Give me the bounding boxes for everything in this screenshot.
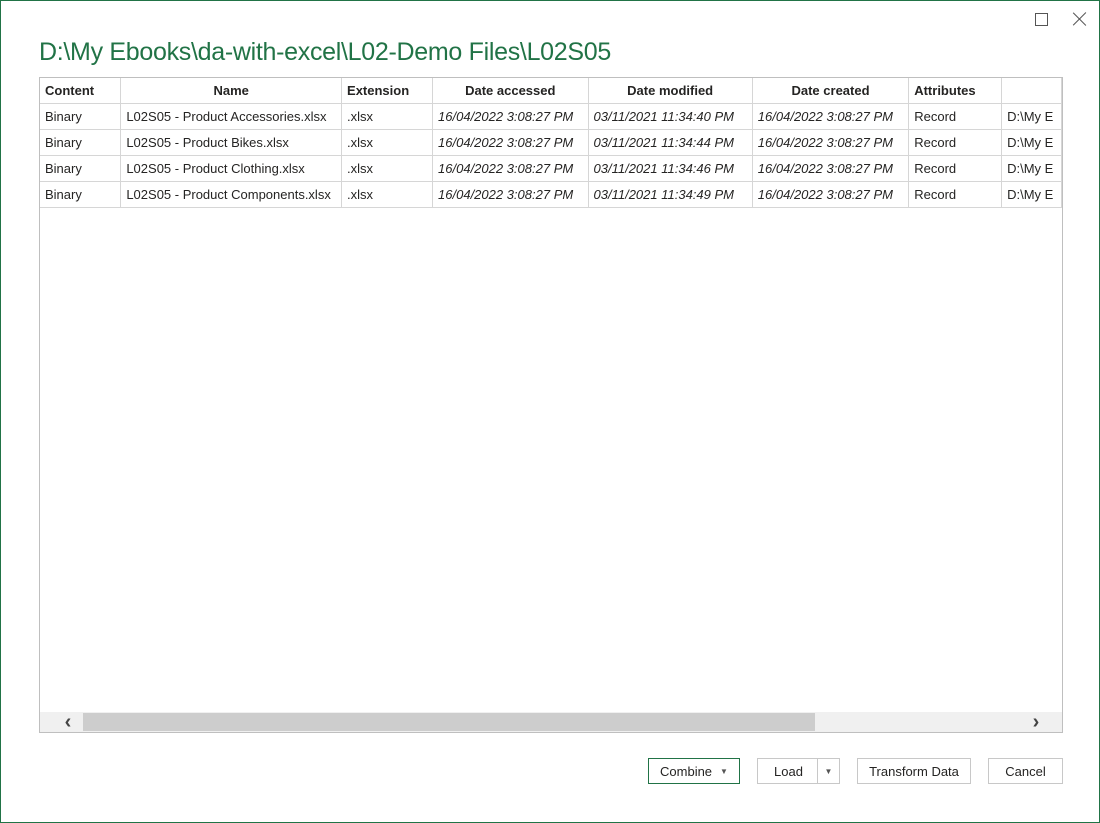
table-cell: 16/04/2022 3:08:27 PM	[751, 155, 910, 182]
column-header[interactable]: Name	[120, 78, 343, 104]
table-cell: D:\My E	[1001, 155, 1062, 182]
scrollbar-thumb[interactable]	[83, 713, 815, 731]
table-header-row: Content Name Extension Date accessed Dat…	[40, 78, 1062, 104]
chevron-left-icon[interactable]: ‹	[48, 711, 88, 733]
table-cell: Binary	[40, 103, 122, 130]
table-cell: L02S05 - Product Bikes.xlsx	[120, 129, 343, 156]
data-preview-grid: Content Name Extension Date accessed Dat…	[39, 77, 1063, 733]
maximize-icon	[1034, 12, 1048, 26]
dialog-title: D:\My Ebooks\da-with-excel\L02-Demo File…	[39, 38, 611, 66]
column-header[interactable]: Date modified	[587, 78, 753, 104]
table-cell: L02S05 - Product Components.xlsx	[120, 181, 343, 208]
combine-button[interactable]: Combine ▼	[648, 758, 740, 784]
table-cell: Record	[908, 181, 1003, 208]
table-cell: 16/04/2022 3:08:27 PM	[432, 103, 589, 130]
table-row[interactable]: Binary L02S05 - Product Components.xlsx …	[40, 181, 1062, 208]
caret-down-icon: ▼	[824, 766, 833, 776]
table-cell: 03/11/2021 11:34:46 PM	[587, 155, 753, 182]
file-table: Content Name Extension Date accessed Dat…	[40, 78, 1062, 208]
table-cell: .xlsx	[341, 155, 434, 182]
table-row[interactable]: Binary L02S05 - Product Bikes.xlsx .xlsx…	[40, 129, 1062, 156]
table-cell: Record	[908, 129, 1003, 156]
table-cell: 16/04/2022 3:08:27 PM	[751, 103, 910, 130]
transform-data-button[interactable]: Transform Data	[857, 758, 971, 784]
table-cell: 16/04/2022 3:08:27 PM	[432, 129, 589, 156]
column-header[interactable]: Date accessed	[432, 78, 589, 104]
caret-down-icon: ▼	[720, 766, 728, 776]
table-cell: Binary	[40, 129, 122, 156]
table-cell: .xlsx	[341, 129, 434, 156]
table-cell: D:\My E	[1001, 129, 1062, 156]
table-cell: 16/04/2022 3:08:27 PM	[432, 181, 589, 208]
maximize-button[interactable]	[1023, 5, 1059, 33]
close-button[interactable]	[1062, 5, 1098, 33]
table-cell: Record	[908, 155, 1003, 182]
table-cell: 16/04/2022 3:08:27 PM	[751, 129, 910, 156]
column-header[interactable]	[1001, 78, 1062, 104]
table-row[interactable]: Binary L02S05 - Product Clothing.xlsx .x…	[40, 155, 1062, 182]
table-cell: Binary	[40, 181, 122, 208]
table-cell: Binary	[40, 155, 122, 182]
horizontal-scrollbar[interactable]: ‹ ›	[40, 711, 1062, 733]
file-folder-dialog: D:\My Ebooks\da-with-excel\L02-Demo File…	[0, 0, 1100, 823]
table-cell: .xlsx	[341, 181, 434, 208]
load-dropdown-button[interactable]: ▼	[817, 758, 840, 784]
table-cell: L02S05 - Product Clothing.xlsx	[120, 155, 343, 182]
column-header[interactable]: Date created	[751, 78, 910, 104]
table-cell: 03/11/2021 11:34:44 PM	[587, 129, 753, 156]
close-icon	[1073, 12, 1087, 26]
load-label: Load	[774, 763, 803, 779]
table-cell: 16/04/2022 3:08:27 PM	[751, 181, 910, 208]
table-cell: 03/11/2021 11:34:49 PM	[587, 181, 753, 208]
transform-data-label: Transform Data	[869, 763, 959, 779]
column-header[interactable]: Extension	[341, 78, 434, 104]
table-cell: 16/04/2022 3:08:27 PM	[432, 155, 589, 182]
table-cell: D:\My E	[1001, 103, 1062, 130]
column-header[interactable]: Content	[40, 78, 122, 104]
table-cell: .xlsx	[341, 103, 434, 130]
table-row[interactable]: Binary L02S05 - Product Accessories.xlsx…	[40, 103, 1062, 130]
cancel-label: Cancel	[1005, 763, 1046, 779]
load-button[interactable]: Load	[757, 758, 819, 784]
cancel-button[interactable]: Cancel	[988, 758, 1063, 784]
table-cell: D:\My E	[1001, 181, 1062, 208]
table-cell: Record	[908, 103, 1003, 130]
table-cell: 03/11/2021 11:34:40 PM	[587, 103, 753, 130]
table-cell: L02S05 - Product Accessories.xlsx	[120, 103, 343, 130]
column-header[interactable]: Attributes	[908, 78, 1003, 104]
combine-label: Combine	[660, 763, 713, 779]
chevron-right-icon[interactable]: ›	[1016, 711, 1056, 733]
